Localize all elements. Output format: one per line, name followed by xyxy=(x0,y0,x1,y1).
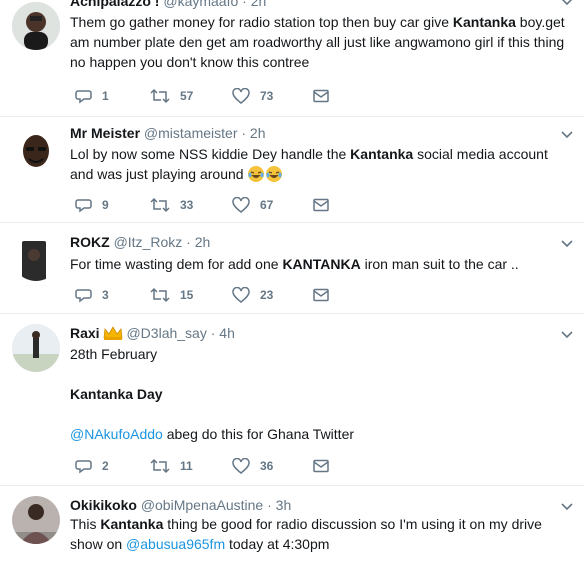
avatar[interactable] xyxy=(12,127,60,175)
like-count: 36 xyxy=(260,459,274,473)
user-handle[interactable]: @obiMpenaAustine xyxy=(141,497,263,513)
user-handle[interactable]: @kaymaafo xyxy=(163,0,238,9)
avatar[interactable] xyxy=(12,324,60,372)
like-icon xyxy=(232,458,250,474)
text-line: @NAkufoAddo abeg do this for Ghana Twitt… xyxy=(70,426,355,442)
tweet-actions: 3 15 23 xyxy=(75,285,375,305)
dm-icon xyxy=(313,89,329,103)
like-count: 67 xyxy=(260,198,274,212)
tweet-actions: 1 57 73 xyxy=(75,86,375,106)
mention-link[interactable]: @abusua965fm xyxy=(126,536,225,552)
retweet-count: 11 xyxy=(180,459,193,473)
tweet-header: Okikikoko @obiMpenaAustine · 3h xyxy=(70,496,291,514)
retweet-icon xyxy=(150,88,170,104)
tweet-header: Raxi @D3lah_say · 4h xyxy=(70,324,235,342)
display-name[interactable]: Okikikoko xyxy=(70,497,137,513)
like-button[interactable]: 23 xyxy=(232,285,273,305)
tweet-header: ROKZ @Itz_Rokz · 2h xyxy=(70,233,210,251)
timestamp[interactable]: · 2h xyxy=(241,125,265,141)
like-icon xyxy=(232,197,250,213)
reply-icon xyxy=(75,460,92,474)
tweet-text: This Kantanka thing be good for radio di… xyxy=(70,516,542,552)
like-button[interactable]: 67 xyxy=(232,195,273,215)
dm-icon xyxy=(313,198,329,212)
display-name[interactable]: ROKZ xyxy=(70,234,110,250)
tweet[interactable]: ROKZ @Itz_Rokz · 2h For time wasting dem… xyxy=(0,223,584,314)
laughing-emoji-icon xyxy=(266,166,283,182)
like-icon xyxy=(232,287,250,303)
tweet-feed: Achipalazzo ! @kaymaafo · 2h Them go gat… xyxy=(0,0,584,556)
display-name[interactable]: Achipalazzo ! xyxy=(70,0,159,9)
reply-icon xyxy=(75,199,92,213)
timestamp[interactable]: · 2h xyxy=(242,0,266,9)
like-button[interactable]: 36 xyxy=(232,456,273,476)
retweet-button[interactable]: 11 xyxy=(150,456,193,476)
reply-button[interactable]: 3 xyxy=(75,285,109,305)
user-handle[interactable]: @mistameister xyxy=(144,125,238,141)
tweet[interactable]: Achipalazzo ! @kaymaafo · 2h Them go gat… xyxy=(0,0,584,117)
display-name[interactable]: Mr Meister xyxy=(70,125,140,141)
display-name[interactable]: Raxi xyxy=(70,325,100,341)
reply-count: 9 xyxy=(102,198,109,212)
retweet-count: 57 xyxy=(180,89,194,103)
caret-down-icon[interactable] xyxy=(560,327,574,341)
avatar[interactable] xyxy=(12,496,60,544)
dm-button[interactable] xyxy=(313,195,329,215)
timestamp[interactable]: · 2h xyxy=(186,234,210,250)
avatar[interactable] xyxy=(12,2,60,50)
tweet-text: For time wasting dem for add one KANTANK… xyxy=(70,256,519,272)
reply-icon xyxy=(75,289,92,303)
reply-count: 1 xyxy=(102,89,109,103)
reply-count: 3 xyxy=(102,288,109,302)
mention-link[interactable]: @NAkufoAddo xyxy=(70,426,163,442)
like-icon xyxy=(232,88,250,104)
laughing-emoji-icon xyxy=(248,166,265,182)
tweet[interactable]: Raxi @D3lah_say · 4h 28th February Kanta… xyxy=(0,314,584,486)
retweet-count: 33 xyxy=(180,198,194,212)
dm-icon xyxy=(313,288,329,302)
user-handle[interactable]: @D3lah_say xyxy=(126,325,206,341)
reply-icon xyxy=(75,90,92,104)
tweet-text: Lol by now some NSS kiddie Dey handle th… xyxy=(70,146,548,182)
tweet[interactable]: Mr Meister @mistameister · 2h Lol by now… xyxy=(0,117,584,223)
like-count: 23 xyxy=(260,288,274,302)
like-button[interactable]: 73 xyxy=(232,86,273,106)
crown-emoji-icon xyxy=(103,326,123,340)
avatar[interactable] xyxy=(12,233,60,281)
timestamp[interactable]: · 3h xyxy=(267,497,291,513)
retweet-button[interactable]: 57 xyxy=(150,86,193,106)
caret-down-icon[interactable] xyxy=(560,499,574,513)
retweet-button[interactable]: 33 xyxy=(150,195,193,215)
reply-button[interactable]: 9 xyxy=(75,195,109,215)
text-line-bold: Kantanka Day xyxy=(70,386,163,402)
retweet-icon xyxy=(150,197,170,213)
user-handle[interactable]: @Itz_Rokz xyxy=(114,234,183,250)
dm-button[interactable] xyxy=(313,285,329,305)
tweet-actions: 9 33 67 xyxy=(75,195,375,215)
timestamp[interactable]: · 4h xyxy=(211,325,235,341)
caret-down-icon[interactable] xyxy=(560,127,574,141)
retweet-button[interactable]: 15 xyxy=(150,285,193,305)
caret-down-icon[interactable] xyxy=(560,0,574,8)
retweet-icon xyxy=(150,287,170,303)
retweet-icon xyxy=(150,458,170,474)
tweet-header: Mr Meister @mistameister · 2h xyxy=(70,124,266,142)
reply-button[interactable]: 2 xyxy=(75,456,109,476)
tweet-header: Achipalazzo ! @kaymaafo · 2h xyxy=(70,0,266,10)
dm-button[interactable] xyxy=(313,86,329,106)
tweet-text: Them go gather money for radio station t… xyxy=(70,14,565,70)
reply-count: 2 xyxy=(102,459,109,473)
tweet[interactable]: Okikikoko @obiMpenaAustine · 3h This Kan… xyxy=(0,486,584,566)
reply-button[interactable]: 1 xyxy=(75,86,109,106)
text-line: 28th February xyxy=(70,346,158,362)
dm-icon xyxy=(313,459,329,473)
caret-down-icon[interactable] xyxy=(560,236,574,250)
dm-button[interactable] xyxy=(313,456,329,476)
tweet-text: 28th February Kantanka Day @NAkufoAddo a… xyxy=(70,344,575,444)
like-count: 73 xyxy=(260,89,274,103)
tweet-actions: 2 11 36 xyxy=(75,456,375,476)
retweet-count: 15 xyxy=(180,288,194,302)
